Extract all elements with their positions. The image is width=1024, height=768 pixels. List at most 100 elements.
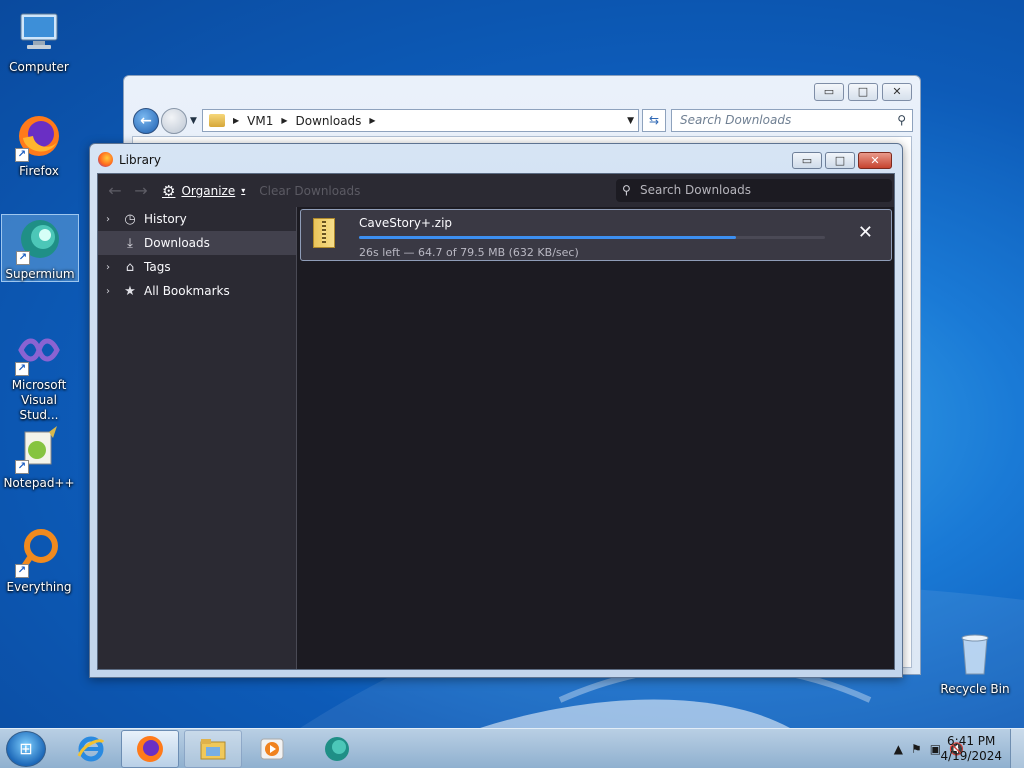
taskbar-media-player[interactable] [243,730,301,768]
desktop-icon-label: Microsoft Visual Stud... [0,378,78,423]
sidebar-item-history[interactable]: › ◷ History [98,207,296,231]
downloads-folder-icon [209,114,225,127]
refresh-button[interactable]: ⇆ [642,109,666,132]
maximize-button[interactable]: □ [825,152,855,169]
media-player-icon [260,738,284,760]
supermium-icon [325,737,349,761]
organize-label: Organize [181,183,236,198]
download-status: 26s left — 64.7 of 79.5 MB (632 KB/sec) [359,246,579,259]
sidebar-item-label: Tags [144,260,171,274]
recent-pages-dropdown[interactable]: ▼ [190,116,197,126]
taskbar: ⊞ ▲ ⚑ ▣ 🔇 6:41 PM 4/19/2024 [0,728,1024,768]
close-button[interactable]: ✕ [858,152,892,169]
breadcrumb-arrow-icon[interactable]: ▶ [369,116,375,125]
sidebar-item-downloads[interactable]: ⤓ Downloads [98,231,296,255]
breadcrumb-vm1[interactable]: VM1 [247,114,273,128]
desktop-icon-label: Everything [6,580,72,594]
sidebar-item-tags[interactable]: › ⌂ Tags [98,255,296,279]
library-window[interactable]: Library ▭ □ ✕ ← → ⚙ Organize ▾ Clear Dow… [89,143,903,678]
chevron-right-icon[interactable]: › [106,262,116,273]
sidebar-item-all-bookmarks[interactable]: › ★ All Bookmarks [98,279,296,303]
download-icon: ⤓ [127,235,133,251]
computer-icon [15,8,63,56]
download-item[interactable]: CaveStory+.zip 26s left — 64.7 of 79.5 M… [300,209,892,261]
file-explorer-icon [200,739,226,760]
search-placeholder: Search Downloads [680,113,792,127]
everything-icon: ↗ [15,528,63,578]
star-icon: ★ [124,283,136,299]
taskbar-file-explorer[interactable] [184,730,242,768]
desktop-icon-notepadpp[interactable]: ↗ Notepad++ [0,424,78,491]
clear-downloads-button[interactable]: Clear Downloads [259,184,360,198]
sidebar-item-label: Downloads [144,236,210,250]
desktop-icon-label: Supermium [5,267,75,281]
recycle-bin-icon [951,630,999,678]
back-button[interactable]: ← [133,108,159,134]
close-button[interactable]: ✕ [882,83,912,101]
download-progress-fill [359,236,737,239]
shortcut-arrow-icon: ↗ [16,251,30,265]
desktop-icon-label: Notepad++ [3,476,75,490]
back-arrow-icon[interactable]: ← [102,181,128,200]
download-progress-bar [359,236,825,239]
internet-explorer-icon [77,736,105,762]
breadcrumb-arrow-icon[interactable]: ▶ [233,116,239,125]
show-desktop-button[interactable] [1010,729,1024,768]
desktop-icon-label: Computer [9,60,69,74]
desktop-icon-recycle-bin[interactable]: Recycle Bin [936,630,1014,697]
address-bar[interactable]: ▶ VM1 ▶ Downloads ▶ ▼ [202,109,639,132]
address-dropdown-icon[interactable]: ▼ [627,116,634,126]
cancel-download-button[interactable]: ✕ [858,224,873,242]
explorer-search-input[interactable]: Search Downloads ⚲ [671,109,913,132]
notepadpp-icon: ↗ [15,424,63,474]
library-search-input[interactable]: ⚲ Search Downloads [616,179,892,202]
network-icon[interactable]: ▣ [930,742,941,756]
desktop-icon-computer[interactable]: Computer [0,8,78,75]
sidebar-item-label: All Bookmarks [144,284,230,298]
search-placeholder: Search Downloads [640,183,751,197]
taskbar-supermium[interactable] [308,730,366,768]
firefox-icon [137,736,163,762]
sidebar-item-label: History [144,212,187,226]
taskbar-internet-explorer[interactable] [62,730,120,768]
search-icon: ⚲ [622,183,631,197]
breadcrumb-arrow-icon[interactable]: ▶ [281,116,287,125]
zip-file-icon [313,218,335,248]
forward-button[interactable] [161,108,187,134]
minimize-button[interactable]: ▭ [814,83,844,101]
library-sidebar: › ◷ History ⤓ Downloads › ⌂ Tags › ★ All… [98,207,297,669]
shortcut-arrow-icon: ↗ [15,564,29,578]
clock-time: 6:41 PM [947,734,996,748]
firefox-icon [98,152,113,167]
start-button[interactable]: ⊞ [6,731,46,767]
organize-button[interactable]: ⚙ Organize ▾ [162,182,245,200]
desktop-icon-supermium[interactable]: ↗ Supermium [1,214,79,282]
maximize-button[interactable]: □ [848,83,878,101]
downloads-list: CaveStory+.zip 26s left — 64.7 of 79.5 M… [298,207,894,669]
chevron-right-icon[interactable]: › [106,214,116,225]
visual-studio-label: Microsoft Visual Stud... [11,378,67,422]
shortcut-arrow-icon: ↗ [15,362,29,376]
action-center-flag-icon[interactable]: ⚑ [911,742,922,756]
desktop-icon-visual-studio[interactable]: ↗ Microsoft Visual Stud... [0,326,78,423]
desktop-icon-firefox[interactable]: ↗ Firefox [0,112,78,179]
clock-icon: ◷ [124,211,136,227]
desktop-icon-label: Recycle Bin [940,682,1010,696]
tag-icon: ⌂ [125,259,135,275]
show-hidden-icons-icon[interactable]: ▲ [894,742,903,756]
taskbar-firefox[interactable] [121,730,179,768]
chevron-right-icon[interactable]: › [106,286,116,297]
supermium-icon: ↗ [16,215,64,265]
clock-date: 4/19/2024 [940,749,1002,763]
library-titlebar: Library [98,152,161,167]
desktop-icon-everything[interactable]: ↗ Everything [0,528,78,595]
forward-arrow-icon[interactable]: → [128,181,154,200]
window-title: Library [119,152,161,167]
library-toolbar: ← → ⚙ Organize ▾ Clear Downloads ⚲ Searc… [98,174,894,207]
breadcrumb-downloads[interactable]: Downloads [296,114,362,128]
taskbar-clock[interactable]: 6:41 PM 4/19/2024 [940,734,1002,764]
gear-icon: ⚙ [162,181,176,200]
search-icon: ⚲ [897,113,906,127]
minimize-button[interactable]: ▭ [792,152,822,169]
shortcut-arrow-icon: ↗ [15,460,29,474]
